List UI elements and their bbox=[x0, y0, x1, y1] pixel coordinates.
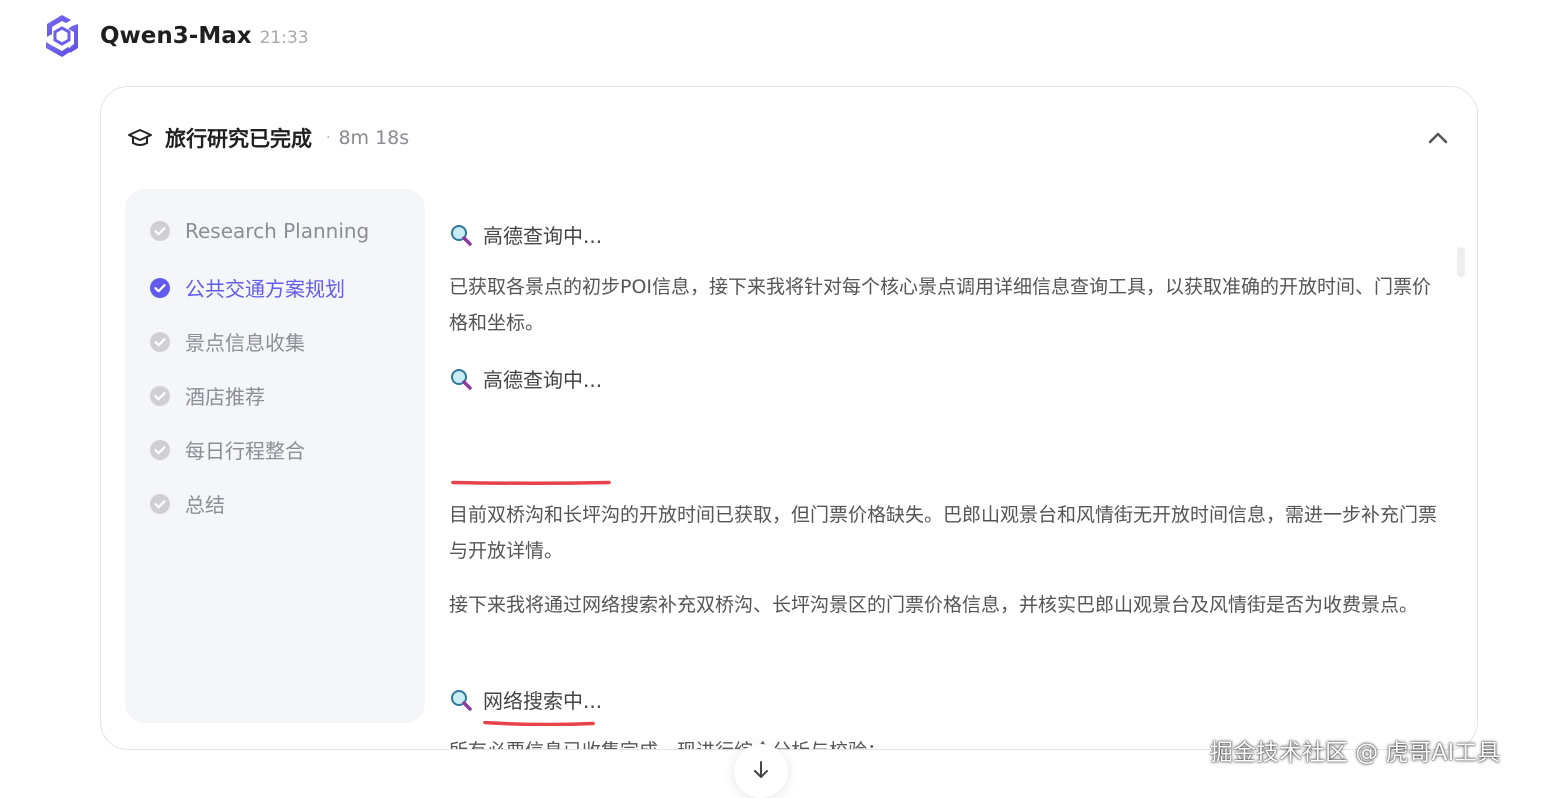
watermark: 掘金技术社区 @ 虎哥AI工具 bbox=[1210, 740, 1501, 766]
check-circle-icon bbox=[150, 277, 170, 298]
magnifier-icon bbox=[451, 689, 472, 711]
log-paragraph: 目前双桥沟和长坪沟的开放时间已获取，但门票价格缺失。巴郎山观景台和风情街无开放时… bbox=[449, 504, 1438, 562]
tool-call-web-search[interactable]: 网络搜索中... bbox=[449, 685, 602, 714]
qwen-logo-icon bbox=[46, 15, 78, 57]
tool-call-amap-1[interactable]: 高德查询中... bbox=[449, 220, 602, 249]
chevron-up-icon[interactable] bbox=[1425, 125, 1451, 151]
check-circle-icon bbox=[150, 331, 170, 352]
research-card: 旅行研究已完成 · 8m 18s Research Planning 公共交通方… bbox=[100, 86, 1478, 750]
magnifier-icon bbox=[451, 224, 472, 246]
step-label: 酒店推荐 bbox=[185, 385, 265, 409]
tool-call-amap-2[interactable]: 高德查询中... bbox=[449, 364, 602, 393]
step-label: 公共交通方案规划 bbox=[185, 277, 345, 301]
step-label: 景点信息收集 bbox=[185, 331, 305, 355]
title-separator: · bbox=[326, 130, 331, 146]
message-header: Qwen3-Max 21:33 bbox=[38, 12, 309, 60]
model-name: Qwen3-Max bbox=[100, 23, 252, 49]
tool-call-label: 高德查询中... bbox=[483, 368, 603, 392]
message-time: 21:33 bbox=[259, 28, 309, 48]
research-log: 高德查询中... 已获取各景点的初步POI信息，接下来我将针对每个核心景点调用详… bbox=[449, 189, 1449, 749]
red-underline-annotation bbox=[483, 721, 595, 726]
log-paragraph: 已获取各景点的初步POI信息，接下来我将针对每个核心景点调用详细信息查询工具，以… bbox=[449, 276, 1432, 334]
research-steps-panel: Research Planning 公共交通方案规划 景点信息收集 酒店推荐 每… bbox=[125, 189, 425, 723]
research-duration: 8m 18s bbox=[338, 127, 410, 149]
step-research-planning[interactable]: Research Planning bbox=[149, 219, 369, 243]
step-hotel[interactable]: 酒店推荐 bbox=[149, 381, 265, 410]
red-underline-annotation bbox=[451, 480, 611, 485]
research-card-header: 旅行研究已完成 · 8m 18s bbox=[127, 123, 409, 153]
log-paragraph: 接下来我将通过网络搜索补充双桥沟、长坪沟景区的门票价格信息，并核实巴郎山观景台及… bbox=[449, 594, 1419, 616]
check-circle-icon bbox=[150, 493, 170, 514]
step-label: 每日行程整合 bbox=[185, 439, 305, 463]
step-daily-itinerary[interactable]: 每日行程整合 bbox=[149, 435, 305, 464]
check-circle-icon bbox=[150, 221, 170, 241]
step-attraction-info[interactable]: 景点信息收集 bbox=[149, 327, 305, 356]
check-circle-icon bbox=[150, 385, 170, 406]
research-title: 旅行研究已完成 bbox=[165, 127, 312, 151]
scrollbar[interactable] bbox=[1457, 247, 1465, 277]
scroll-down-button[interactable] bbox=[734, 744, 788, 798]
tool-call-label: 高德查询中... bbox=[483, 224, 603, 248]
arrow-down-icon bbox=[754, 761, 768, 778]
step-label: Research Planning bbox=[185, 219, 370, 243]
step-label: 总结 bbox=[185, 493, 225, 517]
step-summary[interactable]: 总结 bbox=[149, 489, 225, 518]
graduation-cap-icon bbox=[128, 129, 152, 146]
tool-call-label: 网络搜索中... bbox=[483, 689, 603, 713]
check-circle-icon bbox=[150, 439, 170, 460]
step-transit-planning[interactable]: 公共交通方案规划 bbox=[149, 273, 345, 302]
magnifier-icon bbox=[451, 368, 472, 390]
